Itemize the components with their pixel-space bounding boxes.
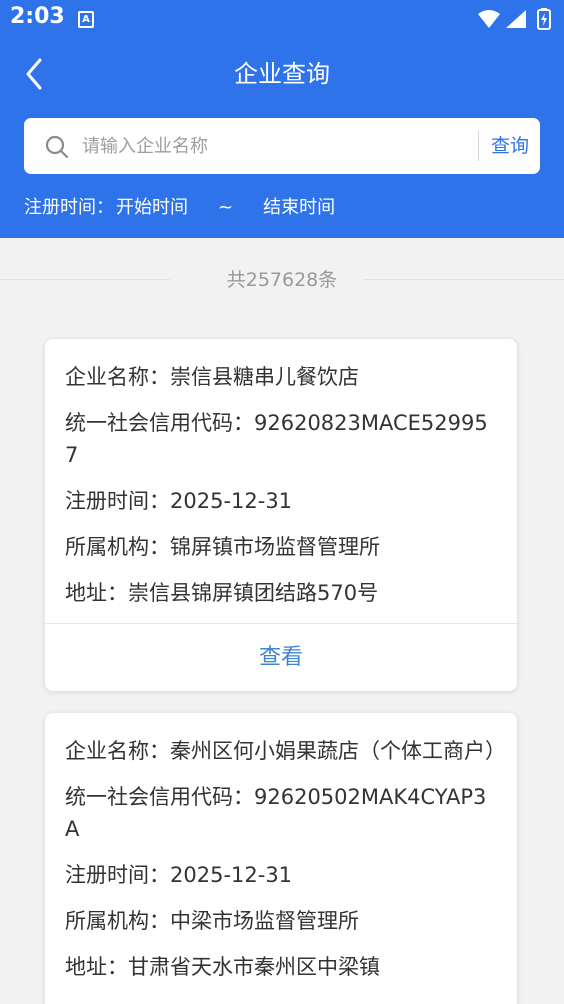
system-status-icons [478,8,551,30]
battery-icon [537,8,551,30]
search-input[interactable] [82,128,462,164]
view-button[interactable]: 查看 [45,623,517,691]
signal-icon [506,10,526,28]
enterprise-name: 企业名称：秦州区何小娟果蔬店（个体工商户） [65,739,506,763]
authority: 所属机构：中梁市场监督管理所 [65,909,359,933]
divider-line-left [0,279,170,280]
search-divider [478,131,479,161]
enterprise-card: 企业名称：崇信县糖串儿餐饮店 统一社会信用代码：92620823MACE5299… [45,339,517,691]
registration-date: 注册时间：2025-12-31 [65,863,293,887]
enterprise-name: 企业名称：崇信县糖串儿餐饮店 [65,365,359,389]
start-date-picker[interactable]: 开始时间 [116,193,188,219]
a-letter-icon: A [78,11,94,28]
registration-date: 注册时间：2025-12-31 [65,489,293,513]
search-icon [45,135,69,159]
result-count: 共257628条 [220,269,344,291]
authority: 所属机构：锦屏镇市场监督管理所 [65,535,380,559]
address: 地址：甘肃省天水市秦州区中梁镇 [65,955,380,979]
nav-bar: 企业查询 [0,44,564,104]
app-header: 2:03 A 企业查询 查询 [0,0,564,238]
wifi-icon [478,10,500,28]
credit-code: 统一社会信用代码：92620823MACE529957 [65,411,488,467]
date-filter-label: 注册时间： [24,197,114,218]
end-date-picker[interactable]: 结束时间 [263,193,335,219]
result-count-row: 共257628条 [0,265,564,293]
credit-code: 统一社会信用代码：92620502MAK4CYAP3A [65,785,487,841]
page-title: 企业查询 [234,60,330,88]
status-bar: 2:03 A [0,0,564,38]
status-time: 2:03 [10,4,65,29]
date-filter: 注册时间： 开始时间 ~ 结束时间 [24,193,335,221]
search-button[interactable]: 查询 [480,118,540,174]
search-bar: 查询 [24,118,540,174]
divider-line-right [364,279,564,280]
address: 地址：崇信县锦屏镇团结路570号 [65,581,379,605]
enterprise-card: 企业名称：秦州区何小娟果蔬店（个体工商户） 统一社会信用代码：92620502M… [45,713,517,1004]
date-separator: ~ [218,197,234,218]
